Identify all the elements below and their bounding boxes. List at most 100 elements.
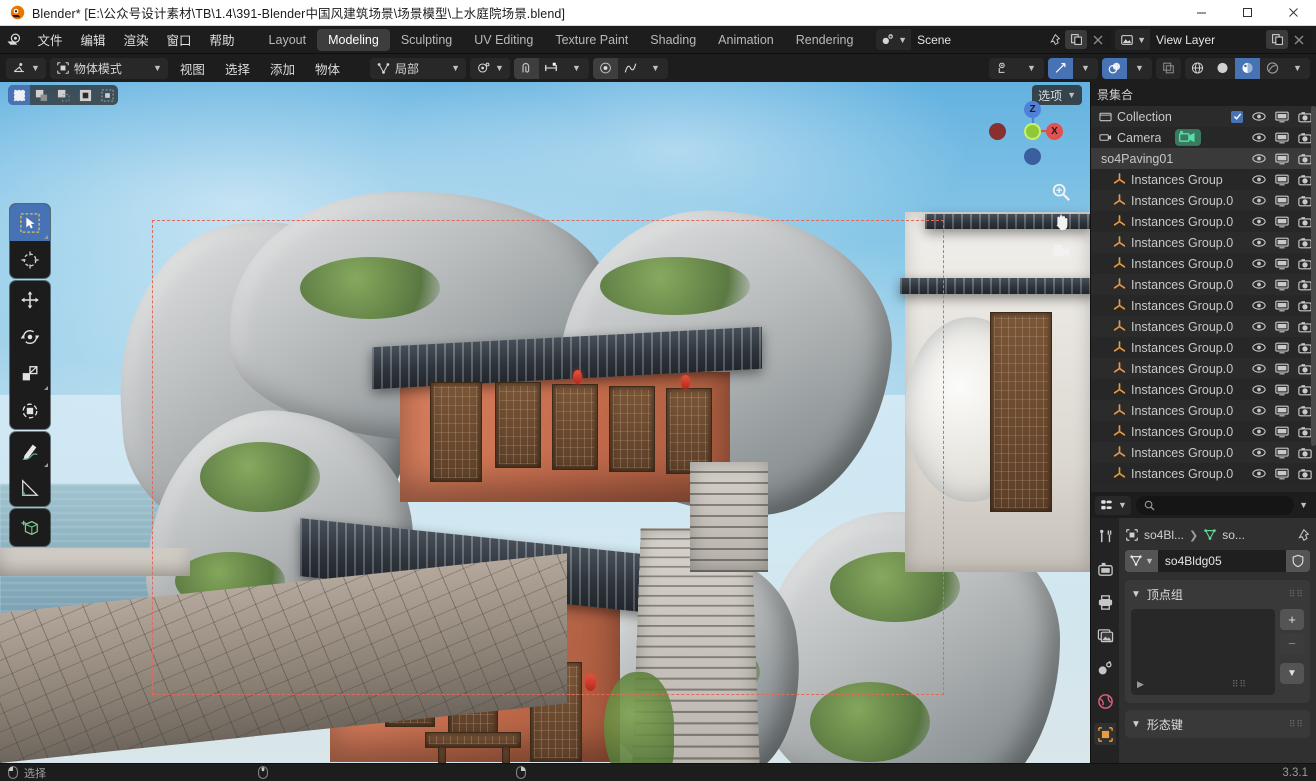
disable-in-renders-icon[interactable] <box>1298 363 1312 375</box>
disable-in-renders-icon[interactable] <box>1298 174 1312 186</box>
hide-in-viewport-icon[interactable] <box>1252 279 1266 290</box>
pin-id-icon[interactable] <box>1296 528 1310 542</box>
hide-in-viewport-icon[interactable] <box>1252 321 1266 332</box>
hide-in-viewport-icon[interactable] <box>1252 363 1266 374</box>
disable-in-renders-icon[interactable] <box>1298 132 1312 144</box>
tool-scale[interactable] <box>10 355 50 392</box>
toggle-xray-button[interactable] <box>1156 58 1181 79</box>
new-scene-button[interactable] <box>1065 30 1087 49</box>
hide-in-viewport-icon[interactable] <box>1252 111 1266 122</box>
breadcrumb-object-label[interactable]: so4Bl... <box>1144 528 1184 542</box>
outliner-row-instances[interactable]: Instances Group.0 <box>1091 337 1316 358</box>
tool-cursor[interactable] <box>10 241 50 278</box>
transform-orientation-selector[interactable]: 局部 ▼ <box>370 58 466 79</box>
pivot-point-selector[interactable]: ▼ <box>470 58 510 79</box>
outliner-row-instances[interactable]: Instances Group.0 <box>1091 400 1316 421</box>
add-vertex-group-button[interactable]: + <box>1280 609 1304 630</box>
expand-triangle-icon[interactable]: ▶ <box>1137 679 1144 690</box>
disable-in-renders-icon[interactable] <box>1298 342 1312 354</box>
disable-in-renders-icon[interactable] <box>1298 468 1312 480</box>
mesh-datablock-name[interactable]: so4Bldg05 <box>1158 550 1286 572</box>
outliner-row-instances[interactable]: Instances Group.0 <box>1091 463 1316 484</box>
tool-add-cube[interactable] <box>10 509 50 546</box>
menu-render[interactable]: 渲染 <box>115 27 158 52</box>
hide-in-viewport-icon[interactable] <box>1252 132 1266 143</box>
disable-in-viewports-icon[interactable] <box>1275 279 1289 291</box>
navigation-gizmo[interactable]: Z X <box>998 96 1068 166</box>
falloff-icon[interactable] <box>618 58 643 79</box>
tab-texture-paint[interactable]: Texture Paint <box>544 29 639 51</box>
select-set-mode-icon[interactable] <box>8 85 30 105</box>
gizmo-dropdown-chevron-icon[interactable]: ▼ <box>1073 58 1098 79</box>
vertex-groups-panel-header[interactable]: ▼ 顶点组 ⠿⠿ <box>1131 585 1304 603</box>
disable-in-renders-icon[interactable] <box>1298 447 1312 459</box>
overlay-dropdown-chevron-icon[interactable]: ▼ <box>1127 58 1152 79</box>
outliner-row-so4paving01[interactable]: so4Paving01 <box>1091 148 1316 169</box>
menu-help[interactable]: 帮助 <box>201 27 244 52</box>
view-layer-browse-button[interactable]: ▼ <box>1115 29 1150 50</box>
snap-target-icon[interactable] <box>539 58 564 79</box>
select-extend-mode-icon[interactable] <box>30 85 52 105</box>
browse-mesh-data-button[interactable]: ▼ <box>1125 550 1158 572</box>
select-subtract-mode-icon[interactable] <box>52 85 74 105</box>
disable-in-viewports-icon[interactable] <box>1275 174 1289 186</box>
disable-in-viewports-icon[interactable] <box>1275 447 1289 459</box>
vertex-group-specials-menu[interactable]: ▼ <box>1280 663 1304 684</box>
unlink-scene-button[interactable] <box>1087 29 1109 50</box>
close-button[interactable] <box>1270 0 1316 26</box>
outliner-row-instances[interactable]: Instances Group.0 <box>1091 211 1316 232</box>
tool-measure[interactable] <box>10 469 50 506</box>
snap-toggle-icon[interactable] <box>514 58 539 79</box>
disable-in-renders-icon[interactable] <box>1298 258 1312 270</box>
outliner-row-instances[interactable]: Instances Group.0 <box>1091 232 1316 253</box>
tab-modeling[interactable]: Modeling <box>317 29 390 51</box>
view-layer-name-field[interactable]: View Layer <box>1150 29 1266 50</box>
outliner-row-instances[interactable]: Instances Group <box>1091 169 1316 190</box>
scene-browse-button[interactable]: ▼ <box>876 29 911 50</box>
tab-object-properties[interactable] <box>1094 723 1116 745</box>
disable-in-renders-icon[interactable] <box>1298 384 1312 396</box>
disable-in-renders-icon[interactable] <box>1298 111 1312 123</box>
visibility-dropdown-chevron-icon[interactable]: ▼ <box>1019 58 1044 79</box>
tab-view-layer-properties[interactable] <box>1094 624 1116 646</box>
remove-vertex-group-button[interactable]: − <box>1280 633 1304 654</box>
list-resize-grip-icon[interactable]: ⠿⠿ <box>1232 679 1247 690</box>
zoom-view-button[interactable] <box>1046 177 1076 207</box>
hide-in-viewport-icon[interactable] <box>1252 258 1266 269</box>
disable-in-viewports-icon[interactable] <box>1275 111 1289 123</box>
tab-uv-editing[interactable]: UV Editing <box>463 29 544 51</box>
disable-in-renders-icon[interactable] <box>1298 405 1312 417</box>
outliner-row-instances[interactable]: Instances Group.0 <box>1091 379 1316 400</box>
disable-in-viewports-icon[interactable] <box>1275 363 1289 375</box>
editor-type-button[interactable]: ▼ <box>6 58 46 79</box>
tab-scene-properties[interactable] <box>1094 657 1116 679</box>
outliner-row-instances[interactable]: Instances Group.0 <box>1091 295 1316 316</box>
disable-in-viewports-icon[interactable] <box>1275 342 1289 354</box>
falloff-dropdown-chevron-icon[interactable]: ▼ <box>643 58 668 79</box>
disable-in-renders-icon[interactable] <box>1298 195 1312 207</box>
disable-in-viewports-icon[interactable] <box>1275 153 1289 165</box>
properties-editor-type-button[interactable]: ▼ <box>1095 496 1131 515</box>
collection-checkbox[interactable] <box>1231 111 1243 123</box>
outliner-row-instances[interactable]: Instances Group.0 <box>1091 253 1316 274</box>
menu-edit[interactable]: 编辑 <box>71 27 114 52</box>
disable-in-renders-icon[interactable] <box>1298 279 1312 291</box>
tool-annotate[interactable] <box>10 432 50 469</box>
hide-in-viewport-icon[interactable] <box>1252 153 1266 164</box>
hide-in-viewport-icon[interactable] <box>1252 300 1266 311</box>
tool-rotate[interactable] <box>10 318 50 355</box>
hide-in-viewport-icon[interactable] <box>1252 195 1266 206</box>
disable-in-renders-icon[interactable] <box>1298 216 1312 228</box>
shading-dropdown-chevron-icon[interactable]: ▼ <box>1285 58 1310 79</box>
tab-animation[interactable]: Animation <box>707 29 785 51</box>
show-overlays-toggle[interactable] <box>1102 58 1127 79</box>
hide-in-viewport-icon[interactable] <box>1252 405 1266 416</box>
outliner-row-camera[interactable]: Camera <box>1091 127 1316 148</box>
disable-in-viewports-icon[interactable] <box>1275 321 1289 333</box>
outliner-row-instances[interactable]: Instances Group.0 <box>1091 358 1316 379</box>
shading-solid-button[interactable] <box>1210 58 1235 79</box>
select-intersect-mode-icon[interactable] <box>96 85 118 105</box>
toggle-camera-view-button[interactable] <box>1046 237 1076 267</box>
viewport-menu-add[interactable]: 添加 <box>262 56 303 81</box>
tab-shading[interactable]: Shading <box>639 29 707 51</box>
